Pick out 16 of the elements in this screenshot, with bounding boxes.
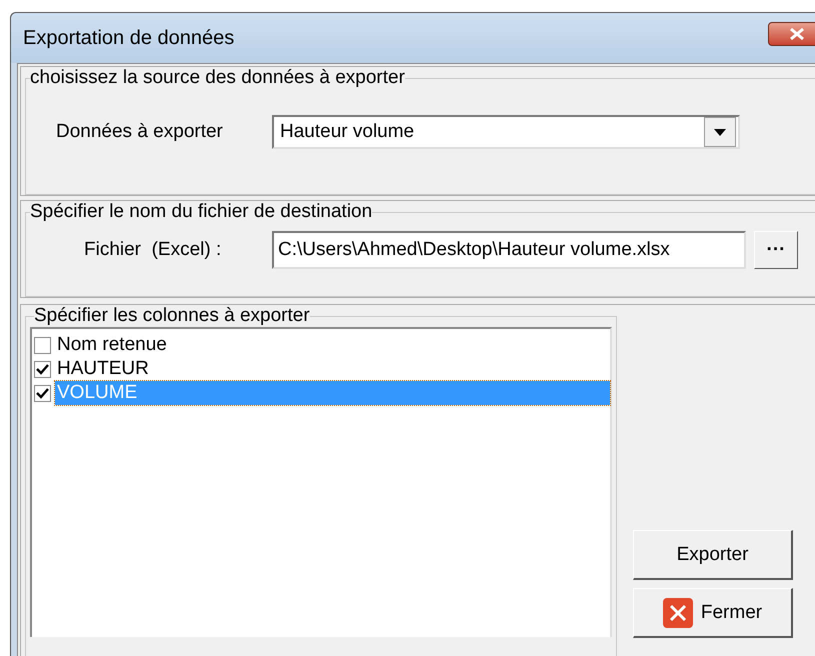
group-title: Spécifier les colonnes à exporter [34,305,310,327]
list-item[interactable]: Nom retenue [32,333,610,357]
close-button[interactable]: Fermer [633,588,793,638]
window-title: Exportation de données [23,26,236,50]
dropdown[interactable]: Hauteur volume [272,115,740,149]
list-item[interactable]: HAUTEUR [32,357,610,381]
item-label: HAUTEUR [56,357,149,381]
file-path-field[interactable]: C:\Users\Ahmed\Desktop\Hauteur volume.xlsx [272,231,746,269]
group-title: choisissez la source des données à exporter [30,67,405,89]
dropdown-value: Hauteur volume [279,121,416,143]
browse-button[interactable]: ··· [754,231,798,269]
field-label: Données à exporter [55,121,224,143]
field-label: Fichier (Excel) : [83,239,222,261]
group-title: Spécifier le nom du fichier de destination [30,201,372,223]
item-label: Nom retenue [56,333,167,357]
export-button[interactable]: Exporter [633,530,793,580]
